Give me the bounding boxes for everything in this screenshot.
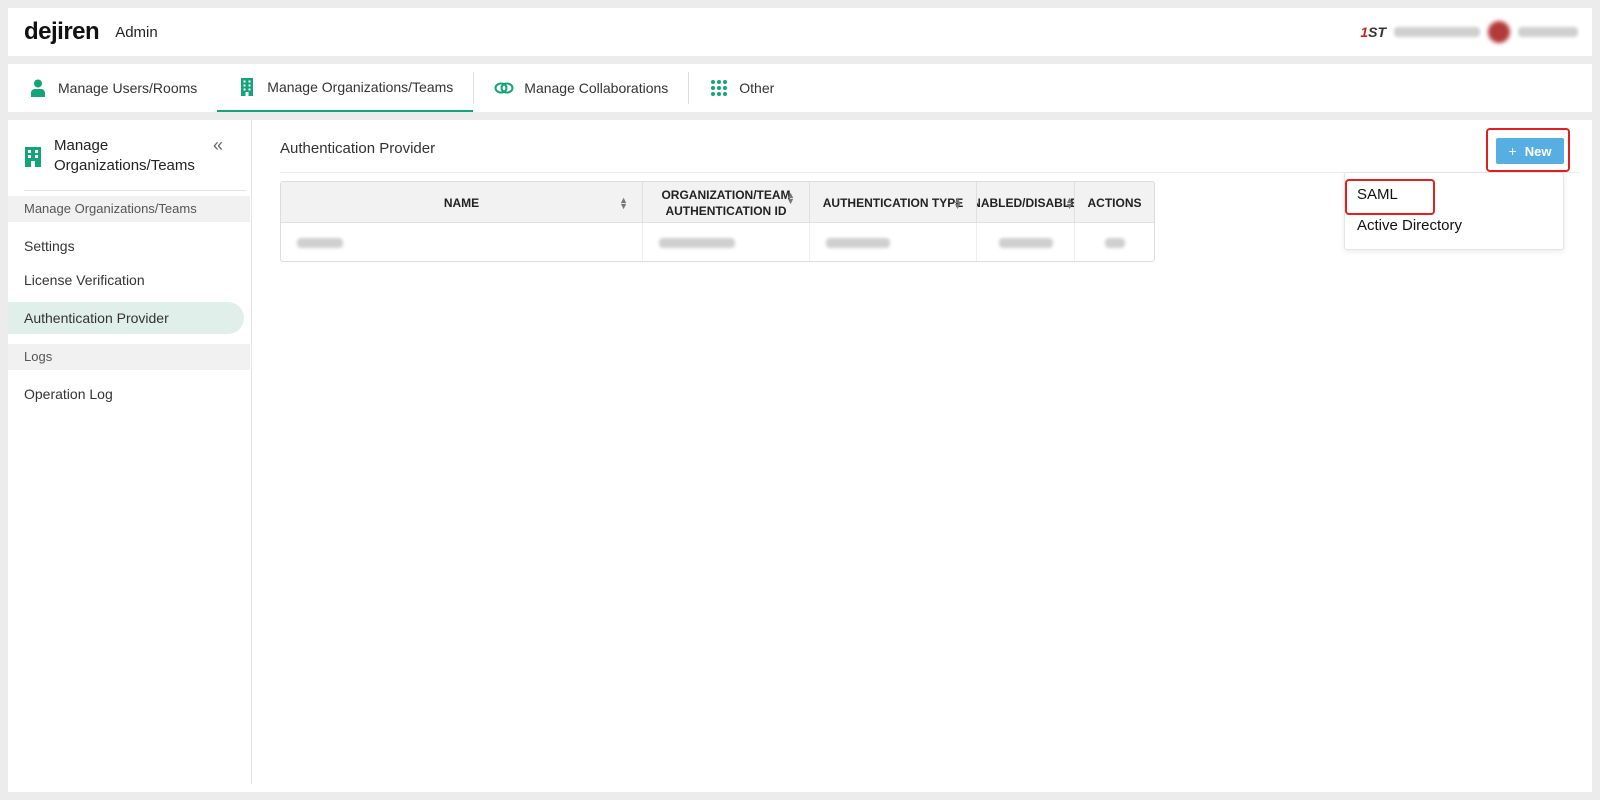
collapse-sidebar-icon[interactable]: «	[213, 136, 223, 154]
column-header-auth-id[interactable]: ORGANIZATION/TEAM AUTHENTICATION ID ▲ ▼	[643, 182, 810, 223]
table-header: NAME ▲ ▼ ORGANIZATION/TEAM AUTHENTICATION…	[281, 182, 1154, 223]
new-button-highlight: + New	[1486, 128, 1570, 172]
main-tabs: Manage Users/Rooms Manage Organizations/…	[8, 64, 1592, 112]
sidebar-divider	[24, 190, 246, 191]
table-cell-redacted	[810, 223, 977, 261]
user-area[interactable]: 1ST	[1360, 21, 1578, 43]
redacted-account-text	[1394, 27, 1480, 37]
sidebar-title: Manage Organizations/Teams	[54, 137, 195, 174]
table-cell-redacted	[281, 223, 643, 261]
page-title: Authentication Provider	[280, 140, 436, 157]
new-button[interactable]: + New	[1496, 138, 1564, 164]
tab-manage-users-rooms[interactable]: Manage Users/Rooms	[8, 64, 217, 112]
auth-provider-table: NAME ▲ ▼ ORGANIZATION/TEAM AUTHENTICATION…	[280, 181, 1155, 262]
table-cell-redacted	[643, 223, 810, 261]
sidebar-header: Manage Organizations/Teams	[24, 136, 244, 176]
menu-item-saml[interactable]: SAML	[1357, 186, 1398, 203]
table-cell-redacted[interactable]	[1075, 223, 1154, 261]
main-area: Authentication Provider + New SAML Activ…	[272, 120, 1582, 784]
sidebar-section-manage-organizations-teams: Manage Organizations/Teams	[8, 196, 250, 222]
redacted-user-name	[1518, 27, 1578, 37]
sidebar-item-license-verification[interactable]: License Verification	[8, 264, 244, 296]
user-icon	[31, 79, 45, 97]
tab-label: Manage Collaborations	[524, 80, 669, 96]
tab-manage-organizations-teams[interactable]: Manage Organizations/Teams	[217, 64, 474, 112]
tab-other[interactable]: Other	[689, 64, 794, 112]
menu-item-active-directory[interactable]: Active Directory	[1357, 217, 1462, 234]
building-icon	[25, 147, 41, 167]
sidebar-item-settings[interactable]: Settings	[8, 230, 244, 262]
tab-manage-collaborations[interactable]: Manage Collaborations	[474, 64, 688, 112]
sort-icon[interactable]: ▲ ▼	[953, 195, 962, 210]
tab-label: Other	[739, 80, 775, 96]
grid-dots-icon	[711, 80, 728, 96]
tab-label: Manage Users/Rooms	[58, 80, 198, 96]
app-header: dejiren Admin 1ST	[8, 8, 1592, 56]
logo: dejiren	[24, 18, 100, 45]
content-panel: Manage Organizations/Teams « Manage Orga…	[8, 120, 1592, 792]
column-header-auth-type[interactable]: AUTHENTICATION TYPE ▲ ▼	[810, 182, 977, 223]
column-header-enabled-disabled[interactable]: ENABLED/DISABLED ▲▼	[977, 182, 1075, 223]
sidebar-section-logs: Logs	[8, 344, 250, 370]
sort-icon[interactable]: ▲ ▼	[786, 191, 795, 206]
new-dropdown-menu: SAML Active Directory	[1344, 172, 1564, 250]
link-icon	[494, 82, 514, 94]
avatar[interactable]	[1488, 21, 1510, 43]
column-header-name[interactable]: NAME ▲ ▼	[281, 182, 643, 223]
plus-icon: +	[1508, 143, 1517, 159]
building-icon	[241, 78, 254, 96]
column-header-actions: ACTIONS	[1087, 195, 1142, 210]
sort-icon[interactable]: ▲ ▼	[619, 195, 628, 210]
sort-icon[interactable]: ▲ ▼	[1065, 195, 1074, 210]
tab-label: Manage Organizations/Teams	[267, 79, 454, 95]
table-cell-redacted	[977, 223, 1075, 261]
sidebar-item-operation-log[interactable]: Operation Log	[8, 378, 244, 410]
new-button-label: New	[1524, 143, 1552, 159]
sidebar-item-authentication-provider[interactable]: Authentication Provider	[8, 302, 244, 334]
sidebar: Manage Organizations/Teams « Manage Orga…	[8, 120, 252, 784]
brand-badge: 1ST	[1360, 24, 1386, 40]
app-name: Admin	[115, 23, 158, 41]
